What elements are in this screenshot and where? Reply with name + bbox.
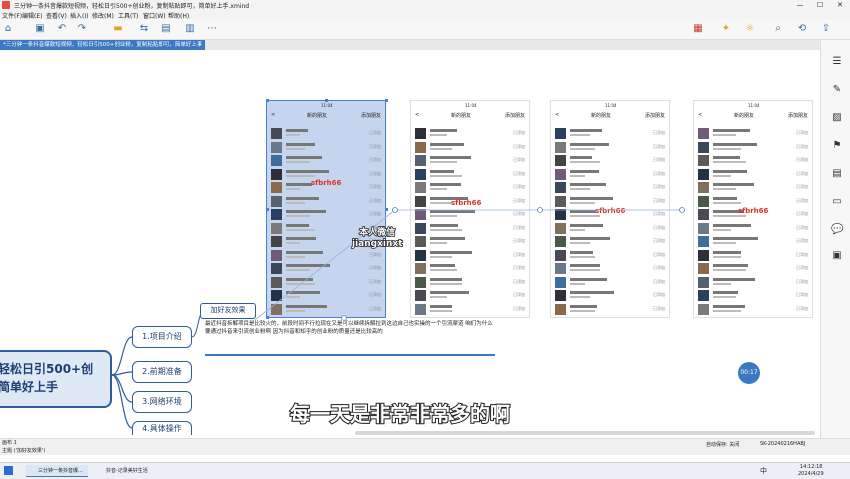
topic-note: 最近抖音拆解项目是比较火的，前段时间不行拉现在又是可以继续拆解拉到这边自己也实操… <box>205 320 495 356</box>
topic-add-friend-effect[interactable]: 加好友效果 <box>200 303 256 319</box>
comment-icon[interactable]: 💬 <box>831 224 843 236</box>
taskbar-app-label: 抖音-记录美好生活 <box>106 468 148 474</box>
flag-icon[interactable]: ⚑ <box>831 140 843 152</box>
ime-indicator[interactable]: 中 <box>760 466 767 476</box>
branch-label: 1.项目介绍 <box>142 332 182 341</box>
tag-icon[interactable]: ▭ <box>831 196 843 208</box>
windows-taskbar: 三分钟一条抖音爆... 抖音-记录美好生活 中 14:12:18 2024/4/… <box>0 462 850 479</box>
device-name: SK-20240216HABJ <box>760 441 806 447</box>
close-button[interactable]: ✕ <box>830 0 850 10</box>
resize-handle[interactable] <box>266 208 269 211</box>
selected-topic-label: 主题 ('加好友效果') <box>2 448 46 454</box>
format-brush-icon[interactable]: ✎ <box>831 84 843 96</box>
branch-label: 4.具体操作 <box>142 424 182 433</box>
export-icon[interactable]: ⇪ <box>820 23 832 35</box>
taskbar-app-douyin[interactable]: 抖音-记录美好生活 <box>94 465 156 477</box>
root-topic-line1: 轻松日引500+创 <box>0 362 94 376</box>
resize-handle[interactable] <box>385 208 388 211</box>
image-icon[interactable]: ▨ <box>831 112 843 124</box>
resize-handle[interactable] <box>266 316 269 319</box>
video-subtitle: 每一天是非常非常多的啊 <box>289 401 511 427</box>
root-topic[interactable]: 轻松日引500+创 简单好上手 <box>0 350 112 408</box>
resize-handle[interactable] <box>266 99 269 102</box>
notes-panel-icon[interactable]: ▤ <box>831 168 843 180</box>
branch-label: 2.前期准备 <box>142 367 182 376</box>
clock-time: 14:12:18 <box>800 464 823 470</box>
caption-line1: 本人微信 <box>358 227 396 239</box>
caption-line2: jiangxinxt <box>351 238 403 250</box>
taskbar-app-label: 三分钟一条抖音爆... <box>38 468 83 474</box>
branch-preparation[interactable]: 2.前期准备 <box>132 361 192 383</box>
branch-project-intro[interactable]: 1.项目介绍 <box>132 326 192 348</box>
topic-add-friend-effect-label: 加好友效果 <box>210 306 246 314</box>
status-bar: 画布 1 主题 ('加好友效果') 自动保存: 关闭 SK-20240216HA… <box>0 438 850 455</box>
task-icon[interactable]: ▣ <box>831 250 843 262</box>
video-time-badge: 00:17 <box>738 362 760 384</box>
taskbar-app-xmind[interactable]: 三分钟一条抖音爆... <box>26 465 88 477</box>
clock-date: 2024/4/29 <box>798 471 824 477</box>
start-icon[interactable] <box>4 466 13 475</box>
canvas-label[interactable]: 画布 1 <box>2 439 17 446</box>
resize-handle[interactable] <box>325 99 328 102</box>
root-topic-line2: 简单好上手 <box>0 380 59 394</box>
branch-label: 3.网络环境 <box>142 397 182 406</box>
right-panel: ☰ ✎ ▨ ⚑ ▤ ▭ 💬 ▣ <box>820 40 850 440</box>
outline-icon[interactable]: ☰ <box>831 56 843 68</box>
autosave-status[interactable]: 自动保存: 关闭 <box>706 441 739 448</box>
wechat-caption: 本人微信 jiangxinxt <box>351 227 403 250</box>
horizontal-scrollbar[interactable] <box>355 431 815 435</box>
connector-lines <box>111 207 685 429</box>
resize-handle[interactable] <box>385 99 388 102</box>
branch-network[interactable]: 3.网络环境 <box>132 391 192 413</box>
branch-operation[interactable]: 4.具体操作 <box>132 421 192 435</box>
